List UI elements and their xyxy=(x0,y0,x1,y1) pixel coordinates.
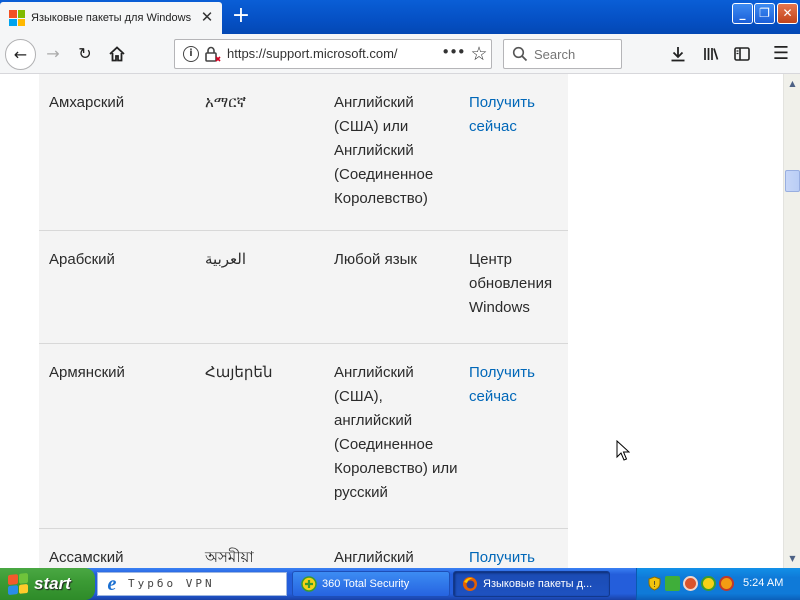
task-label: 360 Total Security xyxy=(322,578,410,590)
browser-tab-active[interactable]: Языковые пакеты для Windows ✕ xyxy=(0,2,222,34)
back-button[interactable]: ← xyxy=(5,39,36,70)
scroll-down-arrow-icon[interactable]: ▼ xyxy=(785,550,800,567)
language-native-name: অসমীয়া xyxy=(205,549,254,566)
language-native-name: العربية xyxy=(205,251,246,268)
language-name: Амхарский xyxy=(49,94,125,111)
tab-title: Языковые пакеты для Windows xyxy=(31,12,192,24)
firefox-icon xyxy=(463,577,477,591)
window-close-button[interactable]: ✕ xyxy=(777,3,798,24)
start-button[interactable]: start xyxy=(0,568,95,600)
language-name: Арабский xyxy=(49,251,115,268)
get-now-link[interactable]: Получить сейчас xyxy=(469,91,569,139)
base-language: Английский xyxy=(334,549,414,566)
internet-explorer-icon[interactable]: e xyxy=(102,574,122,594)
library-button[interactable] xyxy=(696,39,726,69)
microsoft-logo-icon xyxy=(9,10,25,26)
downloads-button[interactable] xyxy=(663,39,693,69)
table-row: Арабский العربية Любой язык Центр обновл… xyxy=(39,231,568,344)
base-language: Любой язык xyxy=(334,251,417,268)
language-native-name: አማርኛ xyxy=(205,94,247,111)
search-bar[interactable] xyxy=(503,39,622,69)
url-bar[interactable]: i https://support.microsoft.com/ ••• ☆ xyxy=(174,39,492,69)
windows-update-text: Центр обновления Windows xyxy=(469,251,553,316)
mouse-pointer-icon xyxy=(616,440,630,461)
table-row: Армянский Հայերեն Английский (США), англ… xyxy=(39,344,568,529)
url-text[interactable]: https://support.microsoft.com/ xyxy=(227,46,398,61)
language-name: Армянский xyxy=(49,364,125,381)
table-row: Амхарский አማርኛ Английский (США) или Англ… xyxy=(39,74,568,231)
tab-close-icon[interactable]: ✕ xyxy=(198,8,216,26)
taskbar-clock: 5:24 AM xyxy=(743,577,784,589)
window-maximize-button[interactable]: ❐ xyxy=(754,3,775,24)
vertical-scrollbar[interactable]: ▲ ▼ xyxy=(783,74,800,568)
page-actions-button[interactable]: ••• xyxy=(441,42,466,66)
network-icon[interactable] xyxy=(665,576,680,591)
browser-titlebar: Языковые пакеты для Windows ✕ + _ ❐ ✕ xyxy=(0,0,800,34)
lock-icon[interactable] xyxy=(203,45,221,63)
library-icon xyxy=(704,48,719,60)
search-input[interactable] xyxy=(534,45,618,63)
start-label: start xyxy=(34,574,71,593)
hamburger-menu-icon[interactable]: ☰ xyxy=(766,39,796,69)
new-tab-button[interactable]: + xyxy=(228,4,254,30)
navigation-toolbar: ← → ↻ i https://support.microsoft.com/ •… xyxy=(0,34,800,74)
task-label: Языковые пакеты д... xyxy=(483,578,593,590)
sidebar-icon xyxy=(734,47,750,61)
taskbar-item-firefox[interactable]: Языковые пакеты д... xyxy=(453,571,610,597)
language-native-name: Հայերեն xyxy=(205,364,273,381)
security-center-icon[interactable] xyxy=(683,576,698,591)
table-row: Ассамский অসমীয়া Английский Получить xyxy=(39,529,568,568)
scrollbar-thumb[interactable] xyxy=(785,170,800,192)
360-tray-icon[interactable] xyxy=(701,576,716,591)
home-button[interactable] xyxy=(102,39,132,69)
base-language: Английский (США) или Английский (Соедине… xyxy=(334,94,434,207)
shield-icon[interactable]: ! xyxy=(647,576,662,591)
windows-flag-icon xyxy=(8,572,28,596)
taskbar: start e Турбо VPN Найти 360 Total Securi… xyxy=(0,568,800,600)
home-icon xyxy=(109,46,125,62)
bookmark-star-icon[interactable]: ☆ xyxy=(467,42,491,66)
360-security-icon xyxy=(301,576,317,592)
get-now-link[interactable]: Получить сейчас xyxy=(469,361,569,409)
forward-button[interactable]: → xyxy=(38,39,68,69)
download-icon xyxy=(671,47,685,62)
info-icon[interactable]: i xyxy=(183,46,199,62)
language-name: Ассамский xyxy=(49,549,124,566)
quicklaunch-find-button[interactable]: Найти xyxy=(238,572,286,585)
svg-text:!: ! xyxy=(653,580,656,589)
sidebar-button[interactable] xyxy=(727,39,757,69)
get-now-link[interactable]: Получить xyxy=(469,546,569,568)
system-tray: ! 5:24 AM xyxy=(636,568,800,600)
language-packs-table: Амхарский አማርኛ Английский (США) или Англ… xyxy=(39,74,568,568)
window-minimize-button[interactable]: _ xyxy=(732,3,753,24)
magnifier-tray-icon[interactable] xyxy=(719,576,734,591)
reload-button[interactable]: ↻ xyxy=(70,39,100,69)
search-icon xyxy=(512,46,528,62)
taskbar-item-360-total-security[interactable]: 360 Total Security xyxy=(292,571,450,597)
scroll-up-arrow-icon[interactable]: ▲ xyxy=(785,75,800,92)
base-language: Английский (США), английский (Соединенно… xyxy=(334,364,458,501)
page-content: Амхарский አማርኛ Английский (США) или Англ… xyxy=(0,74,783,568)
quicklaunch-search-text[interactable]: Турбо VPN xyxy=(128,577,215,590)
